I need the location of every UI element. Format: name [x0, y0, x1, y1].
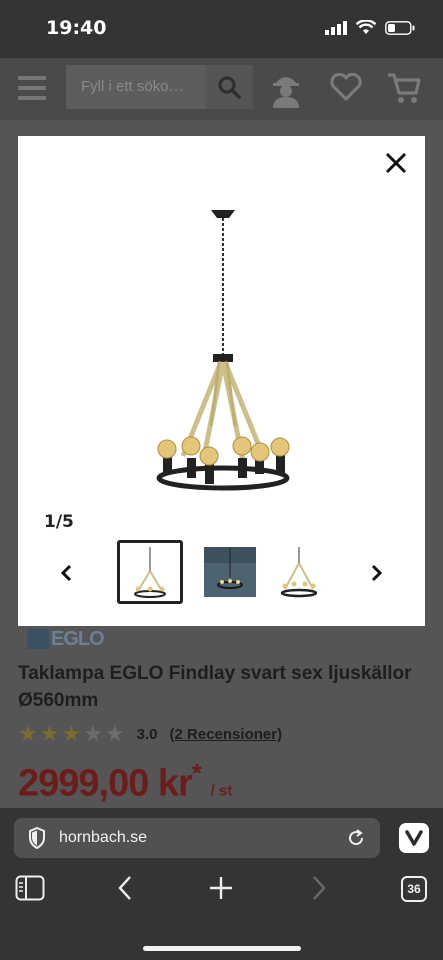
search-button[interactable] — [205, 65, 253, 109]
url-text: hornbach.se — [59, 829, 148, 846]
gallery-thumbnail[interactable] — [117, 540, 183, 604]
image-gallery-modal: 1/5 — [18, 136, 425, 626]
new-tab-icon[interactable] — [208, 875, 234, 901]
cart-icon[interactable] — [386, 71, 422, 105]
chevron-left-icon — [60, 564, 72, 582]
search-input[interactable]: Fyll i ett söko… — [81, 78, 184, 95]
prev-image-button[interactable] — [56, 561, 76, 585]
price-unit: / st — [210, 782, 233, 800]
reload-icon[interactable] — [346, 828, 366, 848]
search-icon — [218, 76, 241, 99]
browser-menu-button[interactable] — [399, 823, 429, 853]
product-price: 2999,00 kr* / st — [18, 758, 233, 805]
user-account-icon[interactable] — [268, 70, 304, 108]
forward-icon[interactable] — [311, 875, 327, 901]
image-counter: 1/5 — [44, 512, 74, 532]
tab-switcher-button[interactable]: 36 — [401, 876, 427, 902]
status-bar: 19:40 — [0, 0, 443, 58]
gallery-thumbnail[interactable] — [197, 540, 263, 604]
heart-icon[interactable] — [330, 73, 362, 101]
thumbnail-image — [134, 547, 166, 598]
star-icon: ★ — [61, 721, 82, 746]
cellular-signal-icon — [325, 20, 347, 35]
product-rating: ★ ★ ★ ★ ★ 3.0 (2 Recensioner) — [18, 723, 282, 745]
chevron-right-icon — [371, 564, 383, 582]
clock: 19:40 — [46, 17, 107, 39]
panel-icon[interactable] — [15, 875, 45, 901]
star-icon: ★ — [18, 721, 38, 746]
star-icon: ★ — [39, 721, 60, 746]
browser-toolbar: 36 — [0, 870, 443, 910]
next-image-button[interactable] — [367, 561, 387, 585]
rating-value: 3.0 — [136, 725, 158, 743]
vivaldi-logo-icon — [405, 830, 423, 846]
browser-chrome: hornbach.se 36 — [0, 808, 443, 960]
shield-icon — [29, 827, 45, 849]
gallery-thumbnail[interactable] — [266, 540, 332, 604]
reviews-link[interactable]: (2 Recensioner) — [170, 726, 283, 743]
thumbnail-image — [280, 547, 318, 598]
address-bar[interactable]: hornbach.se — [14, 818, 380, 858]
back-icon[interactable] — [117, 875, 133, 901]
star-icon: ★ — [104, 721, 125, 746]
menu-icon[interactable] — [18, 76, 46, 100]
close-icon[interactable] — [383, 150, 409, 176]
site-header: Fyll i ett söko… — [0, 58, 443, 120]
wifi-icon — [356, 20, 376, 34]
thumbnail-image — [204, 547, 256, 597]
product-image — [156, 210, 290, 491]
home-indicator — [143, 946, 301, 951]
battery-icon — [385, 20, 415, 35]
star-icon: ★ — [83, 721, 103, 746]
product-title: Taklampa EGLO Findlay svart sex ljuskäll… — [18, 663, 412, 711]
brand-logo: EGLO — [25, 625, 105, 651]
status-icons — [325, 20, 415, 35]
search-field[interactable]: Fyll i ett söko… — [66, 65, 253, 109]
